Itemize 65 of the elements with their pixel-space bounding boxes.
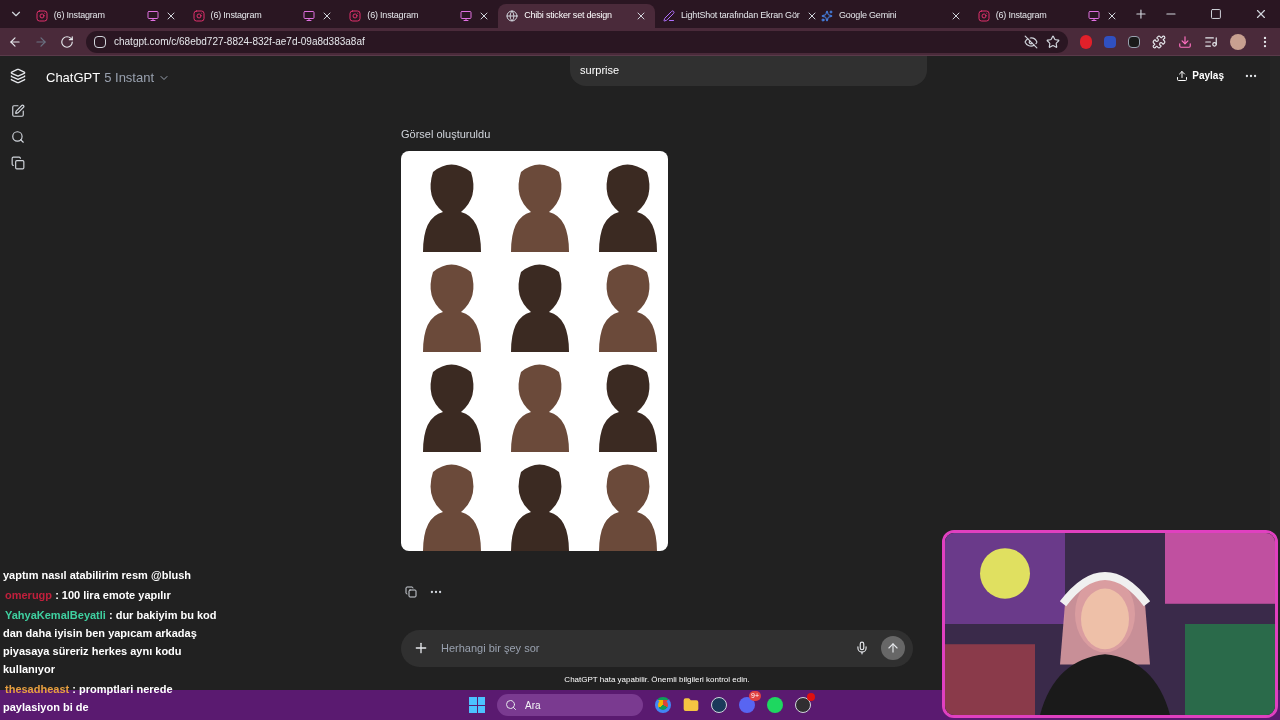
bookmark-star-icon[interactable] bbox=[1046, 34, 1060, 49]
logo-icon[interactable] bbox=[10, 68, 26, 84]
disclaimer-text: ChatGPT hata yapabilir. Önemli bilgileri kontrol edin. bbox=[563, 673, 751, 686]
pen-icon bbox=[662, 10, 675, 22]
extension-icon[interactable] bbox=[1128, 35, 1140, 48]
message-composer[interactable]: Herhangi bir şey sor bbox=[401, 629, 913, 667]
microphone-icon[interactable] bbox=[855, 641, 869, 655]
browser-tab[interactable]: Google Gemini bbox=[812, 4, 970, 28]
copy-icon[interactable] bbox=[405, 585, 417, 598]
image-caption: Görsel oluşturuldu bbox=[401, 127, 492, 142]
library-icon[interactable] bbox=[11, 156, 25, 170]
message-text: surprise bbox=[580, 62, 620, 78]
browser-tab[interactable]: (6) Instagram bbox=[184, 4, 342, 28]
browser-tab[interactable]: (6) Instagram bbox=[341, 4, 499, 28]
share-button[interactable]: Paylaş bbox=[1176, 68, 1224, 83]
maximize-icon[interactable] bbox=[1210, 8, 1223, 20]
chat-message: yaptım nasıl atabilirim resm @blush bbox=[3, 568, 192, 583]
search-icon bbox=[505, 699, 517, 711]
browser-tab[interactable]: Chibi sticker set design bbox=[498, 4, 655, 28]
chat-message: omerugp : 100 lira emote yapılır bbox=[4, 588, 172, 603]
back-icon[interactable] bbox=[8, 34, 22, 49]
tab-title: Google Gemini bbox=[838, 9, 898, 23]
forward-icon[interactable] bbox=[34, 34, 48, 49]
start-icon[interactable] bbox=[469, 697, 485, 713]
instagram-icon bbox=[977, 10, 990, 22]
browser-tab[interactable]: LightShot tarafından Ekran Gör bbox=[654, 4, 813, 28]
media-control-icon[interactable] bbox=[1204, 34, 1218, 49]
taskbar-search-field[interactable]: Ara bbox=[497, 694, 643, 716]
search-icon[interactable] bbox=[11, 130, 25, 144]
reload-icon[interactable] bbox=[60, 34, 74, 49]
chat-message: YahyaKemalBeyatli : dur bakiyim bu kod dan daha iyisin ben yapıcam arkadaş piyasaya süreriz herkes aynı kodu kullanıyor bbox=[3, 608, 218, 677]
tab-title: Chibi sticker set design bbox=[524, 9, 613, 23]
send-button[interactable] bbox=[881, 636, 905, 660]
globe-icon bbox=[506, 10, 519, 22]
music-app-icon[interactable] bbox=[767, 697, 783, 713]
profile-avatar[interactable] bbox=[1230, 33, 1246, 50]
upload-icon bbox=[1176, 69, 1189, 82]
chat-message: thesadheast : promptlari nerede paylasiyon bi de bbox=[3, 682, 174, 715]
address-field[interactable]: chatgpt.com/c/68ebd727-8824-832f-ae7d-09a8d383a8af bbox=[86, 30, 1068, 53]
chat-app-icon[interactable] bbox=[739, 697, 755, 713]
tab-title: LightShot tarafından Ekran Gör bbox=[680, 9, 800, 23]
extensions-icon[interactable] bbox=[1152, 34, 1166, 49]
sparkle-icon bbox=[820, 10, 833, 22]
tab-title: (6) Instagram bbox=[210, 9, 263, 23]
site-info-icon[interactable] bbox=[94, 35, 106, 48]
model-selector[interactable]: ChatGPT 5 Instant bbox=[46, 68, 171, 88]
browser-tab[interactable]: (6) Instagram bbox=[27, 4, 185, 28]
folder-icon[interactable] bbox=[683, 697, 699, 713]
add-icon[interactable] bbox=[413, 640, 429, 656]
game-launcher-icon[interactable] bbox=[711, 697, 727, 713]
new-chat-icon[interactable] bbox=[11, 104, 25, 118]
url-text: chatgpt.com/c/68ebd727-8824-832f-ae7d-09a8d383a8af bbox=[114, 35, 366, 49]
close-icon[interactable] bbox=[1254, 7, 1268, 21]
download-icon[interactable] bbox=[1178, 34, 1192, 49]
instagram-icon bbox=[35, 10, 48, 22]
eye-off-icon[interactable] bbox=[1024, 34, 1038, 49]
tab-title: (6) Instagram bbox=[995, 9, 1048, 23]
recorder-app-icon[interactable] bbox=[795, 697, 811, 713]
browser-tab[interactable]: (6) Instagram bbox=[969, 4, 1127, 28]
instagram-icon bbox=[192, 10, 205, 22]
browser-app-icon[interactable] bbox=[655, 697, 671, 713]
message-input[interactable]: Herhangi bir şey sor bbox=[441, 639, 843, 657]
tab-title: (6) Instagram bbox=[53, 9, 106, 23]
instagram-icon bbox=[349, 10, 362, 22]
tab-title: (6) Instagram bbox=[367, 9, 420, 23]
